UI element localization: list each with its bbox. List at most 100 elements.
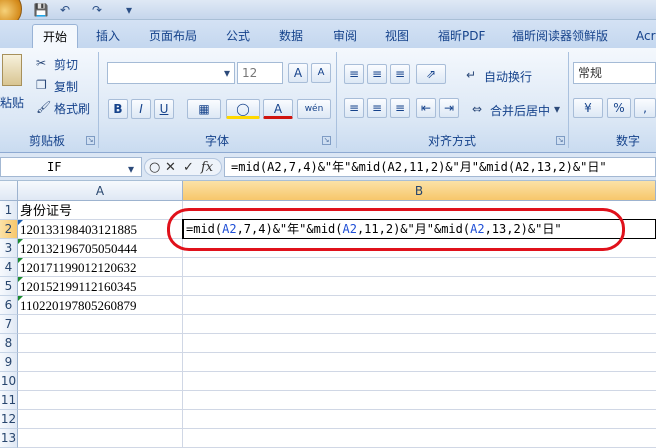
row-header[interactable]: 11 [0, 391, 18, 410]
row-header[interactable]: 2 [0, 220, 18, 239]
enter-icon[interactable]: ✓ [183, 159, 194, 176]
grow-font-icon[interactable]: A [288, 63, 308, 83]
align-middle-icon[interactable]: ≡ [367, 64, 387, 84]
bold-button[interactable]: B [108, 99, 128, 119]
tab-formulas[interactable]: 公式 [226, 24, 250, 48]
group-separator [98, 52, 99, 148]
tab-data[interactable]: 数据 [279, 24, 303, 48]
shrink-font-icon[interactable]: A [311, 63, 331, 83]
number-format-select[interactable]: 常规 [573, 62, 656, 84]
align-center-icon[interactable]: ≡ [367, 98, 387, 118]
tab-review[interactable]: 审阅 [333, 24, 357, 48]
cell-a6[interactable]: 110220197805260879 [18, 296, 183, 315]
insert-function-icon[interactable]: fx [201, 159, 213, 176]
ribbon: 粘贴 ✂ 剪切 ❐ 复制 🖌 格式刷 剪贴板 ↘ ▾ 12 A A B I U … [0, 48, 656, 153]
row-header[interactable]: 3 [0, 239, 18, 258]
cell-a2[interactable]: 120133198403121885 [18, 220, 183, 239]
column-header-b[interactable]: B [183, 181, 656, 201]
row-header[interactable]: 5 [0, 277, 18, 296]
undo-icon[interactable]: ↶ [54, 1, 76, 19]
font-group-label: 字体 [204, 134, 229, 148]
group-separator [336, 52, 337, 148]
wrap-text-button[interactable]: 自动换行 [484, 68, 532, 85]
wrap-text-icon[interactable]: ↵ [466, 68, 476, 82]
format-painter-button[interactable]: 格式刷 [54, 100, 90, 117]
tab-foxit-reader[interactable]: 福昕阅读器领鲜版 [512, 24, 608, 48]
number-group-label: 数字 [615, 134, 640, 148]
underline-button[interactable]: U [154, 99, 174, 119]
clipboard-launcher-icon[interactable]: ↘ [86, 136, 95, 145]
row-header[interactable]: 10 [0, 372, 18, 391]
chevron-down-icon[interactable]: ▾ [554, 102, 560, 116]
row-header[interactable]: 4 [0, 258, 18, 277]
italic-button[interactable]: I [131, 99, 151, 119]
error-indicator-icon [18, 258, 23, 263]
row-header[interactable]: 8 [0, 334, 18, 353]
paste-icon[interactable] [2, 54, 22, 86]
currency-icon[interactable]: ¥ [573, 98, 603, 118]
error-indicator-icon [18, 277, 23, 282]
align-left-icon[interactable]: ≡ [344, 98, 364, 118]
border-icon[interactable]: ▦ [187, 99, 221, 119]
error-indicator-icon [18, 296, 23, 301]
error-indicator-icon [18, 220, 23, 225]
cell-a5[interactable]: 120152199112160345 [18, 277, 183, 296]
alignment-launcher-icon[interactable]: ↘ [556, 136, 565, 145]
fill-color-icon[interactable]: ◯ [226, 99, 260, 119]
redo-icon[interactable]: ↷ [86, 1, 108, 19]
row-header[interactable]: 6 [0, 296, 18, 315]
row-header[interactable]: 12 [0, 410, 18, 429]
highlight-oval [167, 208, 625, 251]
cell-a1[interactable]: 身份证号 [18, 201, 183, 220]
tab-page-layout[interactable]: 页面布局 [149, 24, 197, 48]
font-color-icon[interactable]: A [263, 99, 293, 119]
row-header[interactable]: 13 [0, 429, 18, 448]
select-all-corner[interactable] [0, 181, 18, 201]
format-painter-icon[interactable]: 🖌 [36, 100, 51, 114]
row-header[interactable]: 9 [0, 353, 18, 372]
ribbon-tabs: 开始 插入 页面布局 公式 数据 审阅 视图 福昕PDF 福昕阅读器领鲜版 Ac… [0, 20, 656, 48]
group-separator [568, 52, 569, 148]
align-top-icon[interactable]: ≡ [344, 64, 364, 84]
chevron-down-icon[interactable]: ▾ [128, 162, 134, 176]
formula-input[interactable]: =mid(A2,7,4)&"年"&mid(A2,11,2)&"月"&mid(A2… [224, 157, 656, 177]
save-icon[interactable]: 💾 [30, 1, 52, 19]
clipboard-group-label: 剪贴板 [28, 134, 65, 148]
cut-icon[interactable]: ✂ [36, 56, 46, 70]
increase-indent-icon[interactable]: ⇥ [439, 98, 459, 118]
tab-foxit-pdf[interactable]: 福昕PDF [438, 24, 485, 48]
phonetic-icon[interactable]: wén [297, 99, 331, 119]
column-header-a[interactable]: A [18, 181, 183, 201]
chevron-down-icon[interactable]: ▾ [224, 66, 230, 80]
copy-icon[interactable]: ❐ [36, 78, 47, 92]
name-box[interactable]: IF [0, 157, 142, 177]
cell-a4[interactable]: 120171199012120632 [18, 258, 183, 277]
paste-button[interactable]: 粘贴 [0, 94, 24, 111]
customize-quick-access-icon[interactable]: ▾ [118, 1, 140, 19]
orientation-icon[interactable]: ⇗ [416, 64, 446, 84]
row-header[interactable]: 1 [0, 201, 18, 220]
font-size-select[interactable]: 12 [237, 62, 283, 84]
percent-button[interactable]: % [607, 98, 631, 118]
title-bar: 💾 ↶ ↷ ▾ [0, 0, 656, 28]
cut-button[interactable]: 剪切 [54, 56, 78, 73]
merge-center-button[interactable]: 合并后居中 [490, 102, 550, 119]
comma-style-icon[interactable]: , [634, 98, 656, 118]
tab-view[interactable]: 视图 [385, 24, 409, 48]
tab-acrobat[interactable]: Acr [636, 24, 656, 48]
tab-home[interactable]: 开始 [32, 24, 79, 48]
align-bottom-icon[interactable]: ≡ [390, 64, 410, 84]
merge-center-icon[interactable]: ⇔ [472, 102, 482, 116]
expand-icon[interactable]: ○ [149, 159, 160, 176]
cancel-icon[interactable]: ✕ [165, 159, 176, 176]
formula-controls: ○ ✕ ✓ fx [144, 158, 222, 176]
decrease-indent-icon[interactable]: ⇤ [416, 98, 436, 118]
alignment-group-label: 对齐方式 [427, 134, 476, 148]
font-name-select[interactable] [107, 62, 235, 84]
align-right-icon[interactable]: ≡ [390, 98, 410, 118]
cell-a3[interactable]: 120132196705050444 [18, 239, 183, 258]
row-header[interactable]: 7 [0, 315, 18, 334]
font-launcher-icon[interactable]: ↘ [322, 136, 331, 145]
tab-insert[interactable]: 插入 [96, 24, 120, 48]
copy-button[interactable]: 复制 [54, 78, 78, 95]
